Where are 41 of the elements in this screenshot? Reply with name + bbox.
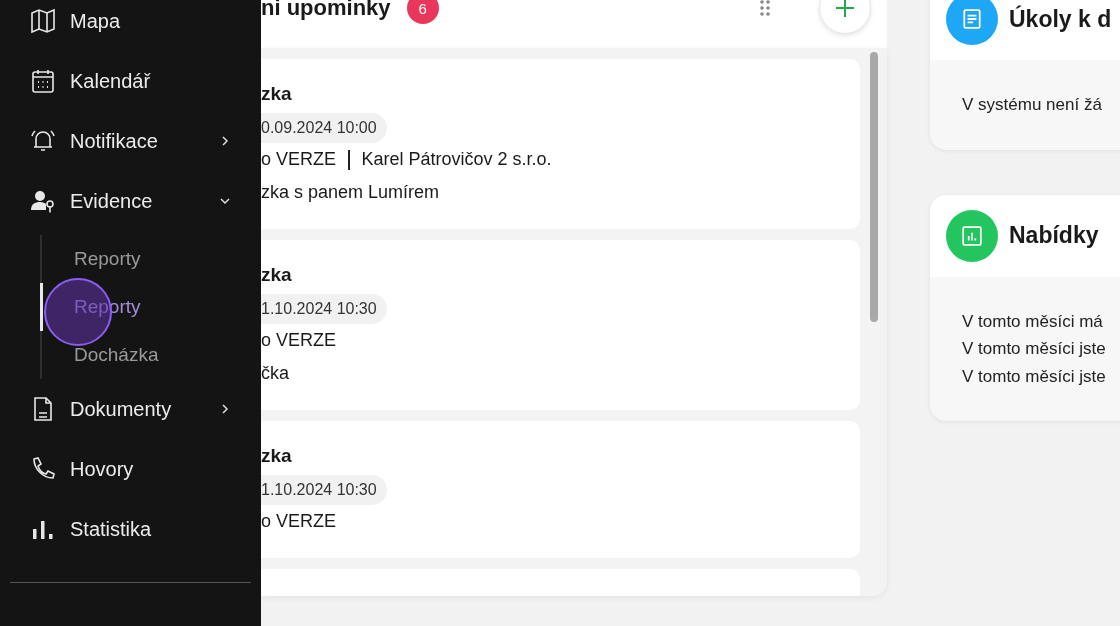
reminder-card[interactable]: zka 1.10.2024 10:30 o VERZE bbox=[261, 421, 860, 558]
widget-text: V systému není žá bbox=[962, 94, 1103, 116]
nav-subitem[interactable]: Reporty bbox=[40, 235, 261, 283]
reminder-title: zka bbox=[261, 264, 293, 286]
nav-item[interactable]: Notifikace bbox=[0, 111, 261, 171]
nav-item[interactable]: Statistika bbox=[0, 499, 261, 559]
nav-item[interactable]: Evidence bbox=[0, 171, 261, 231]
widget-text: V tomto měsíci jste bbox=[962, 338, 1107, 360]
date-chip: 1.10.2024 10:30 bbox=[261, 475, 387, 505]
nav-item[interactable]: Dokumenty bbox=[0, 379, 261, 439]
date-chip: 1.10.2024 10:30 bbox=[261, 294, 387, 324]
nav-item[interactable]: Hovory bbox=[0, 439, 261, 499]
user-key-icon bbox=[30, 188, 56, 214]
plus-icon bbox=[835, 0, 855, 18]
nav-item[interactable]: Kalendář bbox=[0, 51, 261, 111]
calendar-icon bbox=[30, 68, 56, 94]
drag-handle-icon[interactable] bbox=[759, 0, 771, 17]
widget-title: Nabídky bbox=[1009, 222, 1099, 249]
reminder-card[interactable]: zka 0.09.2024 10:00 o VERZE Karel Pátrovičov 2 s.r.o. zka s panem Lumírem bbox=[261, 59, 860, 229]
reminder-title: zka bbox=[261, 83, 293, 105]
reminder-note: zka s panem Lumírem bbox=[261, 182, 440, 203]
nav-subitem[interactable]: Docházka bbox=[40, 331, 261, 379]
date-chip: 0.09.2024 10:00 bbox=[261, 113, 387, 143]
chart-icon bbox=[961, 224, 983, 247]
widget-title: Úkoly k d bbox=[1009, 5, 1112, 33]
reminder-card[interactable]: zka 1.10.2024 10:30 o VERZE čka bbox=[261, 240, 860, 410]
project-name: o VERZE bbox=[261, 149, 337, 170]
widget-text: V tomto měsíci jste bbox=[962, 365, 1107, 388]
reminder-title: zka bbox=[261, 445, 293, 467]
scrollbar[interactable] bbox=[869, 52, 878, 322]
document-icon bbox=[961, 8, 983, 30]
bell-icon bbox=[30, 128, 56, 154]
project-name: o VERZE bbox=[261, 330, 337, 351]
widget-text: V tomto měsíci má bbox=[962, 310, 1104, 333]
reminder-note: čka bbox=[261, 363, 289, 384]
company-name: Karel Pátrovičov 2 s.r.o. bbox=[361, 149, 552, 170]
project-name: o VERZE bbox=[261, 511, 337, 532]
nav-item[interactable]: Mapa bbox=[0, 0, 261, 51]
map-icon bbox=[30, 8, 56, 34]
count-badge: 6 bbox=[406, 0, 439, 24]
phone-icon bbox=[30, 456, 56, 482]
